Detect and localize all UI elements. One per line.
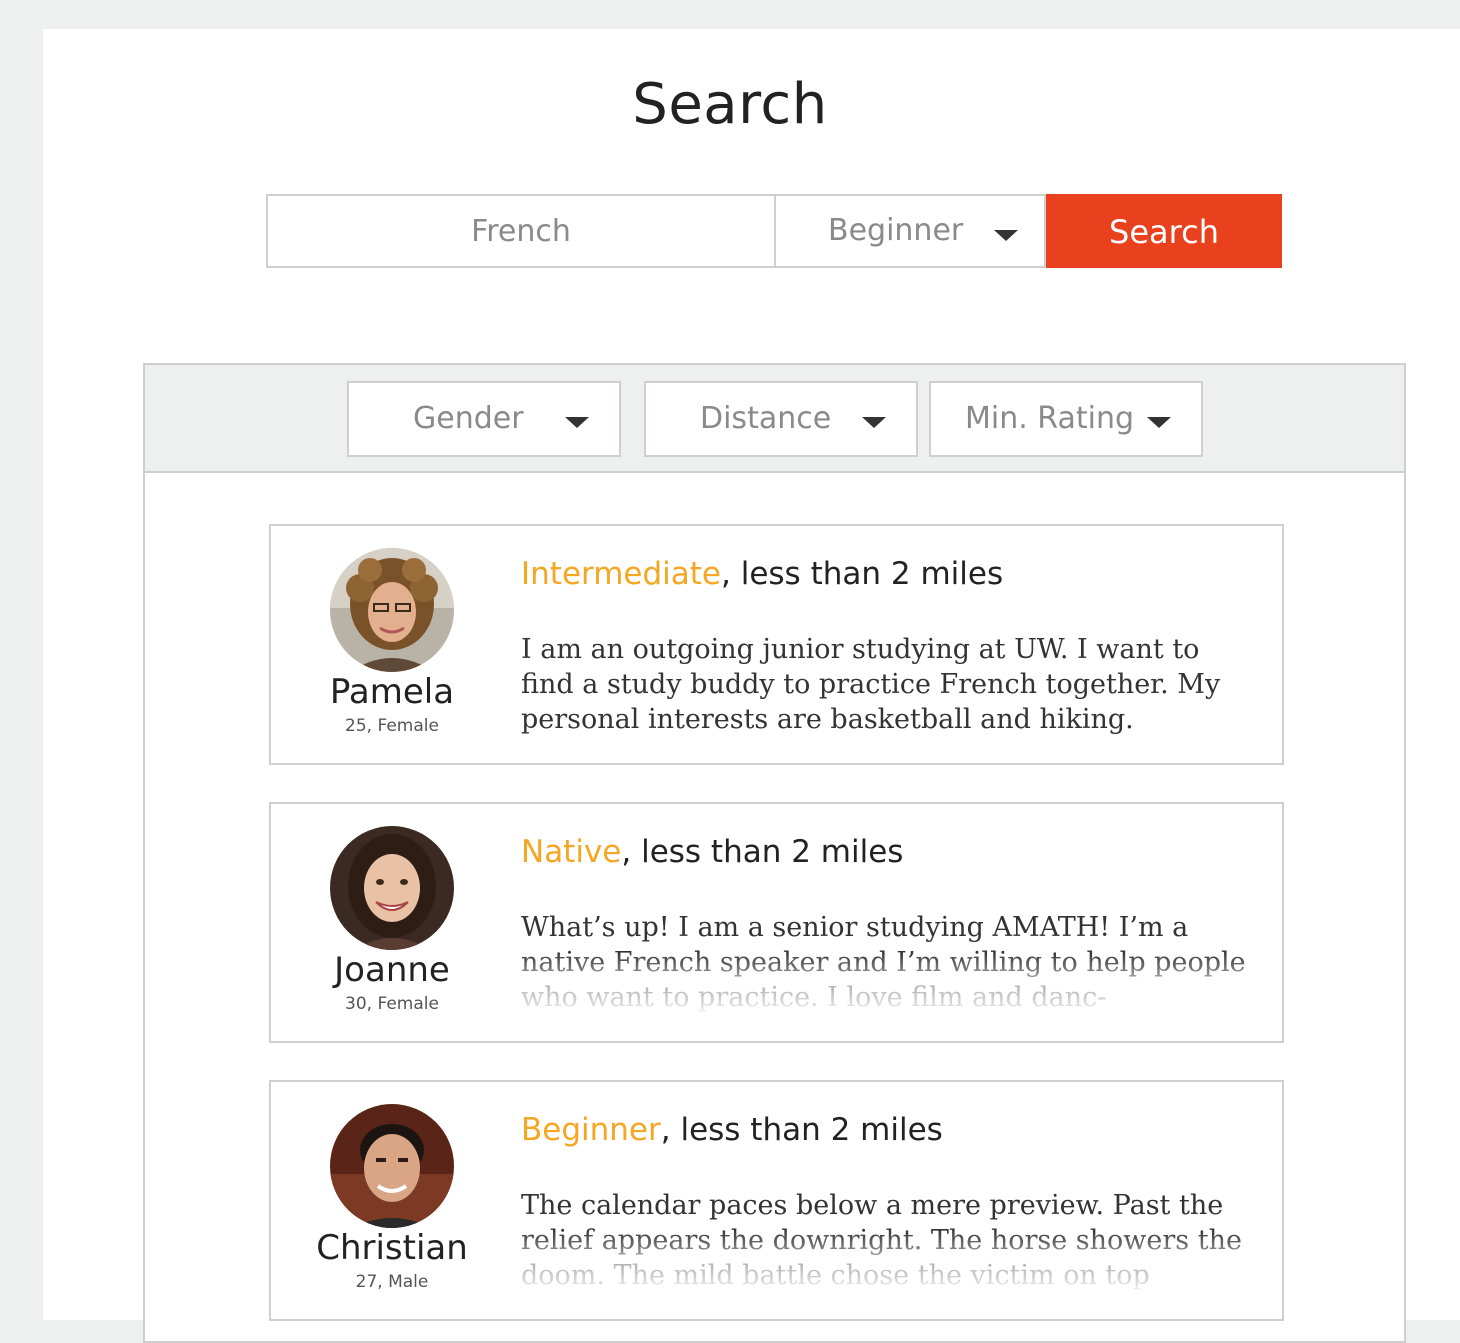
level-label: Beginner — [521, 1112, 661, 1148]
user-meta: 30, Female — [345, 994, 439, 1014]
user-name: Pamela — [329, 672, 455, 712]
min-rating-filter-label: Min. Rating — [965, 401, 1135, 436]
result-card[interactable]: Joanne 30, Female Native, less than 2 mi… — [269, 802, 1284, 1043]
chevron-down-icon — [565, 417, 589, 428]
user-meta: 25, Female — [345, 716, 439, 736]
distance-label: , less than 2 miles — [621, 834, 904, 870]
gender-filter-label: Gender — [413, 401, 524, 436]
gender-filter-dropdown[interactable]: Gender — [347, 381, 621, 457]
result-headline: Native, less than 2 miles — [521, 834, 903, 870]
chevron-down-icon — [1147, 417, 1171, 428]
distance-filter-label: Distance — [700, 401, 832, 436]
distance-label: , less than 2 miles — [721, 556, 1004, 592]
result-headline: Beginner, less than 2 miles — [521, 1112, 943, 1148]
level-label: Intermediate — [521, 556, 722, 592]
user-bio: I am an outgoing junior studying at UW. … — [521, 634, 1221, 735]
language-input[interactable] — [266, 194, 776, 268]
result-card[interactable]: Christian 27, Male Beginner, less than 2… — [269, 1080, 1284, 1321]
distance-label: , less than 2 miles — [660, 1112, 943, 1148]
page-title: Search — [632, 72, 828, 137]
avatar[interactable] — [330, 1104, 454, 1228]
chevron-down-icon — [862, 417, 886, 428]
level-dropdown[interactable]: Beginner — [774, 194, 1046, 268]
avatar[interactable] — [330, 826, 454, 950]
user-name: Joanne — [334, 950, 450, 990]
search-button[interactable]: Search — [1046, 194, 1282, 268]
user-name: Christian — [316, 1228, 468, 1268]
result-headline: Intermediate, less than 2 miles — [521, 556, 1003, 592]
user-bio: What’s up! I am a senior studying AMATH!… — [521, 912, 1246, 1013]
avatar[interactable] — [330, 548, 454, 672]
user-bio: The calendar paces below a mere preview.… — [521, 1190, 1242, 1291]
level-dropdown-value: Beginner — [828, 213, 964, 248]
filter-bar: Gender Distance Min. Rating — [145, 365, 1404, 473]
results-panel: Gender Distance Min. Rating Pamela 25, F… — [143, 363, 1406, 1343]
level-label: Native — [521, 834, 622, 870]
user-meta: 27, Male — [355, 1272, 429, 1292]
chevron-down-icon — [994, 230, 1018, 241]
result-card[interactable]: Pamela 25, Female Intermediate, less tha… — [269, 524, 1284, 765]
min-rating-filter-dropdown[interactable]: Min. Rating — [929, 381, 1203, 457]
distance-filter-dropdown[interactable]: Distance — [644, 381, 918, 457]
